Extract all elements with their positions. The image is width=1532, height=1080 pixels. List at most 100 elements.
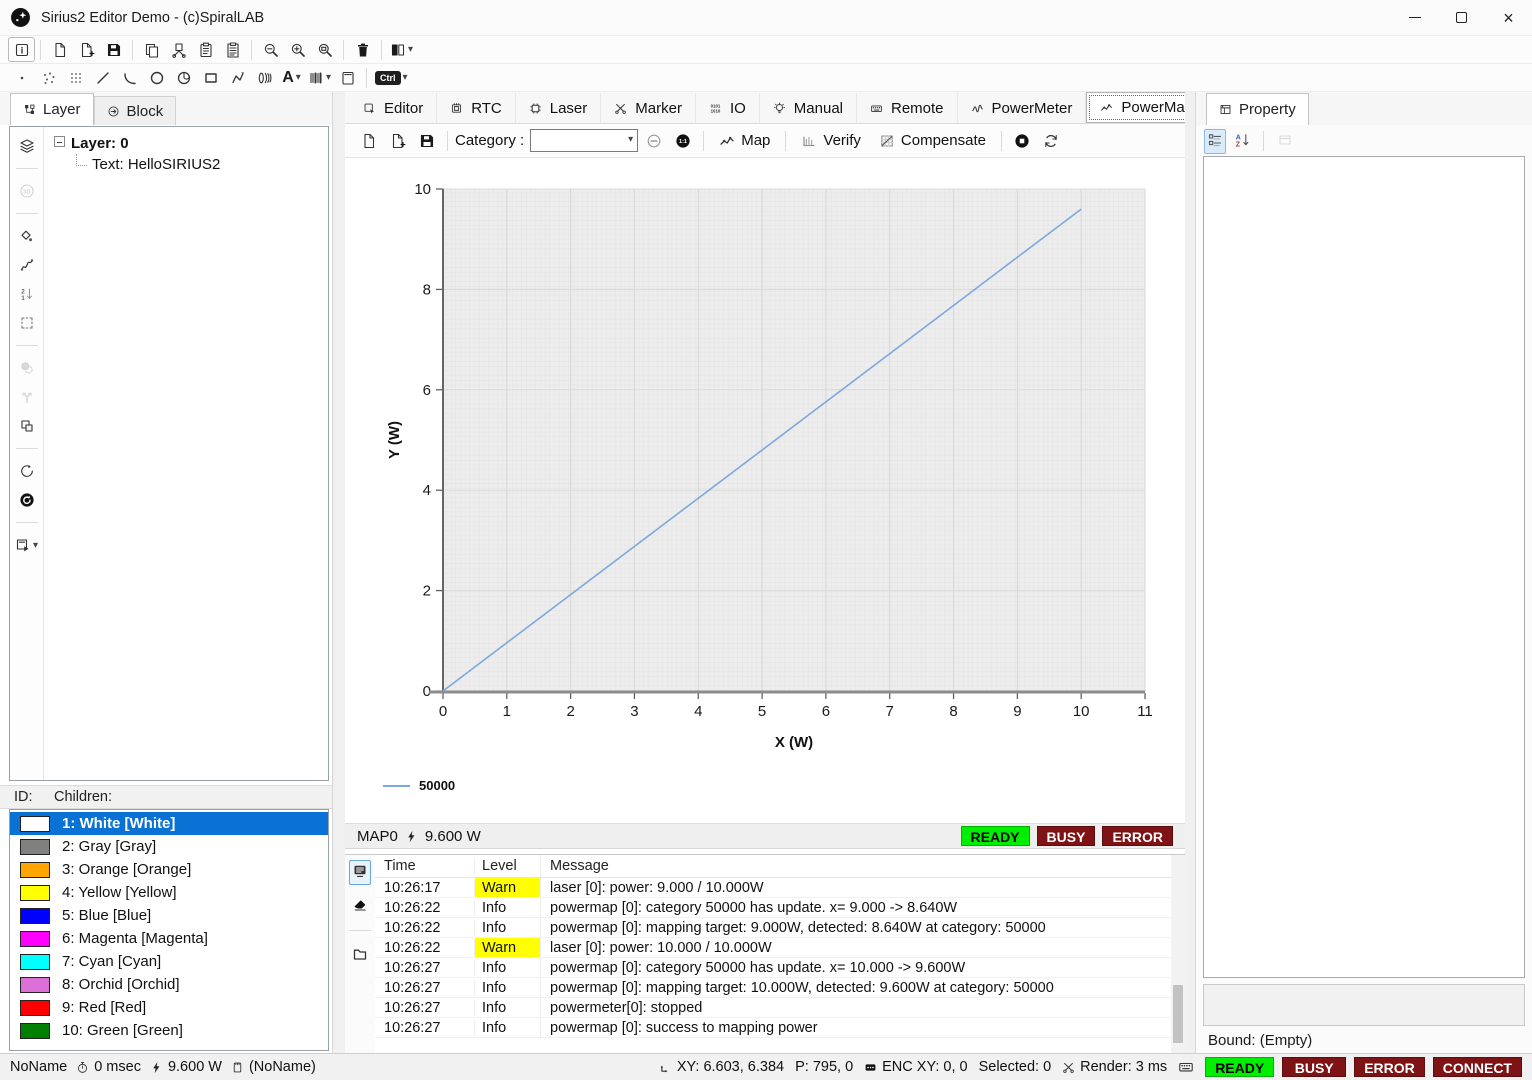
- pie-tool-button[interactable]: [170, 65, 197, 90]
- tab-marker[interactable]: Marker: [601, 93, 696, 123]
- tab-manual[interactable]: Manual: [760, 93, 857, 123]
- tab-property[interactable]: Property: [1206, 93, 1309, 125]
- new-document-button[interactable]: [46, 37, 73, 62]
- ctrl-menu-button[interactable]: Ctrl▾: [372, 65, 411, 90]
- polyline-tool-button[interactable]: [224, 65, 251, 90]
- tab-io[interactable]: 01011010IO: [696, 93, 760, 123]
- tab-powermeter[interactable]: PowerMeter: [958, 93, 1087, 123]
- image-tool-button[interactable]: [334, 65, 361, 90]
- curve-button[interactable]: [13, 254, 40, 276]
- selection-box-button[interactable]: [13, 312, 40, 334]
- pen-list-item[interactable]: 9: Red [Red]: [10, 996, 328, 1019]
- log-folder-button[interactable]: [349, 943, 371, 968]
- line-tool-button[interactable]: [89, 65, 116, 90]
- pen-list-item[interactable]: 7: Cyan [Cyan]: [10, 950, 328, 973]
- alphabetical-sort-button[interactable]: AZ: [1231, 129, 1253, 154]
- log-row[interactable]: 10:26:22Warnlaser [0]: power: 10.000 / 1…: [375, 938, 1171, 958]
- overlap-circles-button[interactable]: [13, 357, 40, 379]
- zoom-out-button[interactable]: [257, 37, 284, 62]
- toolbar-separator: [16, 522, 38, 523]
- log-console-button[interactable]: [349, 860, 371, 885]
- save-button[interactable]: [100, 37, 127, 62]
- log-clear-button[interactable]: [349, 893, 371, 918]
- property-pages-button[interactable]: [1274, 129, 1296, 154]
- tab-laser[interactable]: Laser: [516, 93, 602, 123]
- keyboard-icon[interactable]: [1178, 1059, 1194, 1075]
- zoom-in-button[interactable]: [284, 37, 311, 62]
- tree-node-text[interactable]: Text: HelloSIRIUS2: [54, 156, 318, 173]
- log-row[interactable]: 10:26:22Infopowermap [0]: category 50000…: [375, 898, 1171, 918]
- paste-button[interactable]: [192, 37, 219, 62]
- pen-list-item[interactable]: 1: White [White]: [10, 812, 328, 835]
- pen-list-item[interactable]: 4: Yellow [Yellow]: [10, 881, 328, 904]
- copy-button[interactable]: [138, 37, 165, 62]
- tab-layer[interactable]: Layer: [10, 93, 94, 125]
- clipboard-list-button[interactable]: [219, 37, 246, 62]
- category-select[interactable]: ▾: [530, 129, 638, 152]
- tab-block[interactable]: Block: [94, 96, 177, 125]
- arc-tool-button[interactable]: [116, 65, 143, 90]
- log-row[interactable]: 10:26:27Infopowermap [0]: mapping target…: [375, 978, 1171, 998]
- tab-editor[interactable]: Editor: [350, 93, 437, 123]
- rotate-filled-button[interactable]: [13, 489, 40, 511]
- point-tool-button[interactable]: [8, 65, 35, 90]
- log-row[interactable]: 10:26:27Infopowermap [0]: success to map…: [375, 1018, 1171, 1038]
- info-button[interactable]: i: [8, 37, 35, 62]
- pen-list-item[interactable]: 3: Orange [Orange]: [10, 858, 328, 881]
- measure-button[interactable]: [13, 225, 40, 247]
- open-document-button[interactable]: [73, 37, 100, 62]
- rectangle-tool-button[interactable]: [197, 65, 224, 90]
- group-button[interactable]: [13, 415, 40, 437]
- pen-list-item[interactable]: 2: Gray [Gray]: [10, 835, 328, 858]
- layout-columns-button[interactable]: ▾: [387, 37, 416, 62]
- selected-label: Selected: 0: [979, 1059, 1052, 1075]
- map-save-button[interactable]: [413, 128, 440, 153]
- rotate-button[interactable]: [13, 460, 40, 482]
- log-row[interactable]: 10:26:27Infopowermap [0]: category 50000…: [375, 958, 1171, 978]
- tree-node-layer0[interactable]: Layer: 0: [54, 135, 318, 152]
- collapse-icon[interactable]: [54, 136, 65, 147]
- circle-tool-button[interactable]: [143, 65, 170, 90]
- property-grid[interactable]: [1203, 156, 1525, 978]
- encoder-icon: [864, 1061, 877, 1074]
- close-button[interactable]: ×: [1485, 0, 1532, 35]
- pen-list-item[interactable]: 5: Blue [Blue]: [10, 904, 328, 927]
- one-to-one-button[interactable]: 1:1: [669, 128, 696, 153]
- barcode-tool-button[interactable]: ▾: [305, 65, 334, 90]
- tab-rtc[interactable]: RTC: [437, 93, 516, 123]
- map-open-button[interactable]: [384, 128, 411, 153]
- spiral-tool-button[interactable]: [251, 65, 278, 90]
- remove-category-button[interactable]: [640, 128, 667, 153]
- categorized-view-button[interactable]: [1204, 129, 1226, 154]
- pen-list-item[interactable]: 8: Orchid [Orchid]: [10, 973, 328, 996]
- refresh-button[interactable]: [1038, 128, 1065, 153]
- stop-button[interactable]: [1009, 128, 1036, 153]
- log-row[interactable]: 10:26:27Infopowermeter[0]: stopped: [375, 998, 1171, 1018]
- sort-order-button[interactable]: 21: [13, 283, 40, 305]
- map-new-button[interactable]: [355, 128, 382, 153]
- map-button[interactable]: Map: [711, 127, 778, 155]
- maximize-button[interactable]: [1438, 0, 1485, 35]
- pen-list-item[interactable]: 6: Magenta [Magenta]: [10, 927, 328, 950]
- delete-button[interactable]: [349, 37, 376, 62]
- cut-button[interactable]: [165, 37, 192, 62]
- view-3d-button[interactable]: 3D: [13, 180, 40, 202]
- tab-remote[interactable]: Remote: [857, 93, 958, 123]
- left-splitter[interactable]: [333, 92, 345, 1053]
- grid-points-tool-button[interactable]: [62, 65, 89, 90]
- log-row[interactable]: 10:26:22Infopowermap [0]: mapping target…: [375, 918, 1171, 938]
- pen-list-item[interactable]: 10: Green [Green]: [10, 1019, 328, 1042]
- pie-icon: [176, 70, 192, 86]
- scrollbar-thumb[interactable]: [1173, 985, 1183, 1043]
- verify-button[interactable]: Verify: [793, 127, 869, 155]
- minimize-button[interactable]: [1391, 0, 1438, 35]
- compensate-button[interactable]: Compensate: [871, 127, 994, 155]
- text-tool-button[interactable]: A▾: [278, 65, 305, 90]
- log-scrollbar[interactable]: [1171, 855, 1185, 1053]
- window-run-button[interactable]: ▾: [12, 534, 41, 556]
- layers-button[interactable]: [13, 135, 40, 157]
- zoom-region-button[interactable]: [311, 37, 338, 62]
- log-row[interactable]: 10:26:17Warnlaser [0]: power: 9.000 / 10…: [375, 878, 1171, 898]
- scatter-points-tool-button[interactable]: [35, 65, 62, 90]
- branch-button[interactable]: [13, 386, 40, 408]
